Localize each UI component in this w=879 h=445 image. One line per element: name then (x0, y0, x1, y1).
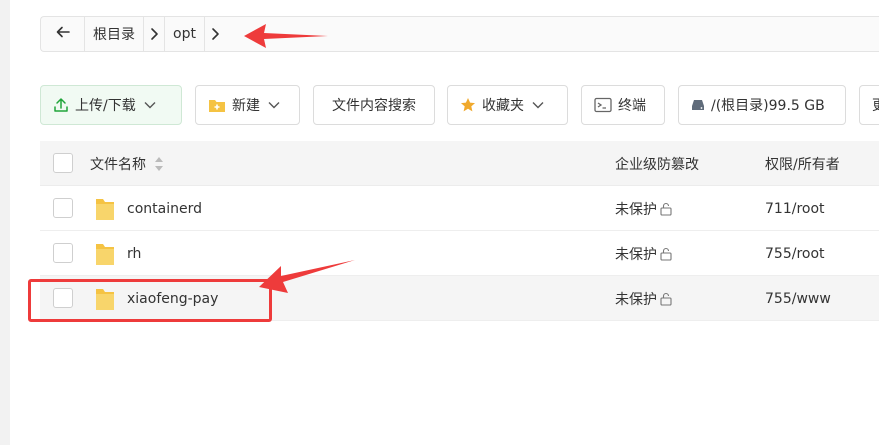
column-header-label: 权限/所有者 (765, 156, 840, 173)
column-header-label: 文件名称 (90, 156, 146, 173)
tamper-status[interactable]: 未保护 (615, 186, 673, 231)
column-header-label: 企业级防篡改 (615, 156, 699, 173)
chevron-down-icon (532, 101, 544, 109)
row-checkbox[interactable] (53, 243, 73, 263)
highlight-box (28, 279, 272, 322)
chevron-right-icon[interactable] (203, 17, 226, 51)
terminal-icon (594, 97, 612, 113)
sort-icon[interactable] (154, 156, 164, 172)
disk-icon (691, 99, 705, 111)
terminal-button[interactable]: 终端 (581, 85, 665, 125)
upload-icon (53, 97, 69, 113)
permission-owner[interactable]: 711/root (765, 186, 825, 231)
folder-icon (95, 242, 115, 270)
tamper-status-label: 未保护 (615, 291, 657, 308)
file-name[interactable]: rh (127, 231, 141, 276)
column-header-permission: 权限/所有者 (765, 141, 840, 186)
column-header-name[interactable]: 文件名称 (90, 141, 164, 186)
search-content-button[interactable]: 文件内容搜索 (313, 85, 435, 125)
new-folder-icon (208, 97, 226, 113)
toolbar: 上传/下载 新建 文件内容搜索 收藏夹 终端 /(根目录)99.5 GB (40, 85, 879, 125)
breadcrumb-label: 根目录 (93, 27, 135, 43)
permission-owner[interactable]: 755/root (765, 231, 825, 276)
file-name[interactable]: containerd (127, 186, 202, 231)
back-button[interactable] (41, 17, 85, 51)
table-row[interactable]: containerd 未保护 711/root (40, 186, 879, 231)
upload-download-button[interactable]: 上传/下载 (40, 85, 182, 125)
row-checkbox[interactable] (53, 198, 73, 218)
table-header: 文件名称 企业级防篡改 权限/所有者 (40, 141, 879, 186)
chevron-down-icon (268, 101, 280, 109)
tamper-status[interactable]: 未保护 (615, 276, 673, 321)
new-button[interactable]: 新建 (195, 85, 300, 125)
breadcrumb-item-opt[interactable]: opt (165, 17, 226, 51)
chevron-right-icon[interactable] (143, 17, 165, 51)
tamper-status-label: 未保护 (615, 246, 657, 263)
column-header-tamper: 企业级防篡改 (615, 141, 699, 186)
breadcrumb-item-root[interactable]: 根目录 (85, 17, 165, 51)
unlock-icon[interactable] (659, 292, 673, 306)
permission-owner[interactable]: 755/www (765, 276, 831, 321)
search-content-label: 文件内容搜索 (332, 98, 416, 114)
upload-download-label: 上传/下载 (75, 98, 136, 114)
disk-label: /(根目录)99.5 GB (711, 98, 825, 114)
select-all-checkbox[interactable] (53, 153, 73, 173)
unlock-icon[interactable] (659, 202, 673, 216)
terminal-label: 终端 (618, 98, 646, 114)
folder-icon (95, 197, 115, 225)
tamper-status[interactable]: 未保护 (615, 231, 673, 276)
unlock-icon[interactable] (659, 247, 673, 261)
tamper-status-label: 未保护 (615, 201, 657, 218)
breadcrumb-label: opt (173, 26, 196, 42)
favorites-label: 收藏夹 (482, 98, 524, 114)
favorites-button[interactable]: 收藏夹 (447, 85, 568, 125)
more-button-partial[interactable]: 更 (859, 85, 879, 125)
new-label: 新建 (232, 98, 260, 114)
breadcrumb: 根目录 opt (40, 16, 879, 52)
more-label: 更 (872, 95, 879, 115)
arrow-left-icon (55, 24, 71, 44)
disk-button[interactable]: /(根目录)99.5 GB (678, 85, 846, 125)
table-row[interactable]: rh 未保护 755/root (40, 231, 879, 276)
chevron-down-icon (144, 101, 156, 109)
star-icon (460, 97, 476, 113)
